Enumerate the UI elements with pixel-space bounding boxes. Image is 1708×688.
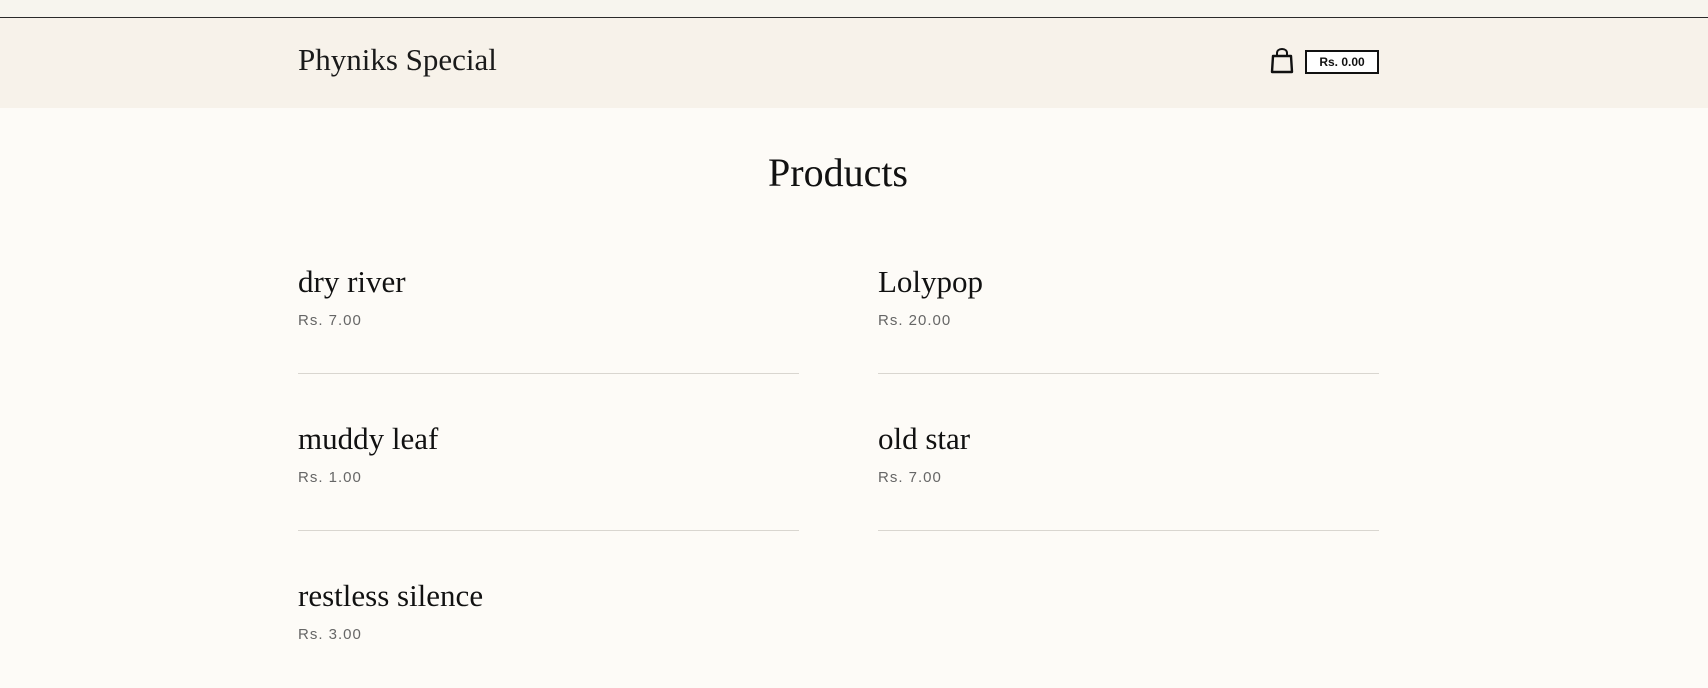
product-divider (298, 373, 799, 374)
product-price: Rs. 1.00 (298, 469, 362, 486)
cart-total-button[interactable]: Rs. 0.00 (1305, 50, 1379, 74)
site-header: Phyniks Special Rs. 0.00 (0, 18, 1708, 108)
product-name: muddy leaf (298, 421, 439, 456)
product-divider (298, 530, 799, 531)
top-strip (0, 0, 1708, 18)
product-name: Lolypop (878, 264, 984, 299)
product-card-dry-river[interactable]: dry river Rs. 7.00 (298, 266, 799, 386)
product-card-lolypop[interactable]: Lolypop Rs. 20.00 (878, 266, 1379, 386)
product-card-restless-silence[interactable]: restless silence Rs. 3.00 (298, 580, 799, 650)
product-price: Rs. 7.00 (298, 312, 362, 329)
product-name: restless silence (298, 578, 484, 613)
product-divider (878, 530, 1379, 531)
product-price: Rs. 3.00 (298, 626, 362, 643)
product-name: dry river (298, 264, 406, 299)
product-divider (878, 373, 1379, 374)
page-title: Products (768, 150, 908, 195)
store-logo-link[interactable]: Phyniks Special (298, 44, 497, 75)
product-price: Rs. 7.00 (878, 469, 942, 486)
shopping-bag-icon[interactable] (1270, 47, 1294, 74)
product-card-old-star[interactable]: old star Rs. 7.00 (878, 423, 1379, 543)
product-name: old star (878, 421, 971, 456)
product-price: Rs. 20.00 (878, 312, 952, 329)
product-card-muddy-leaf[interactable]: muddy leaf Rs. 1.00 (298, 423, 799, 543)
